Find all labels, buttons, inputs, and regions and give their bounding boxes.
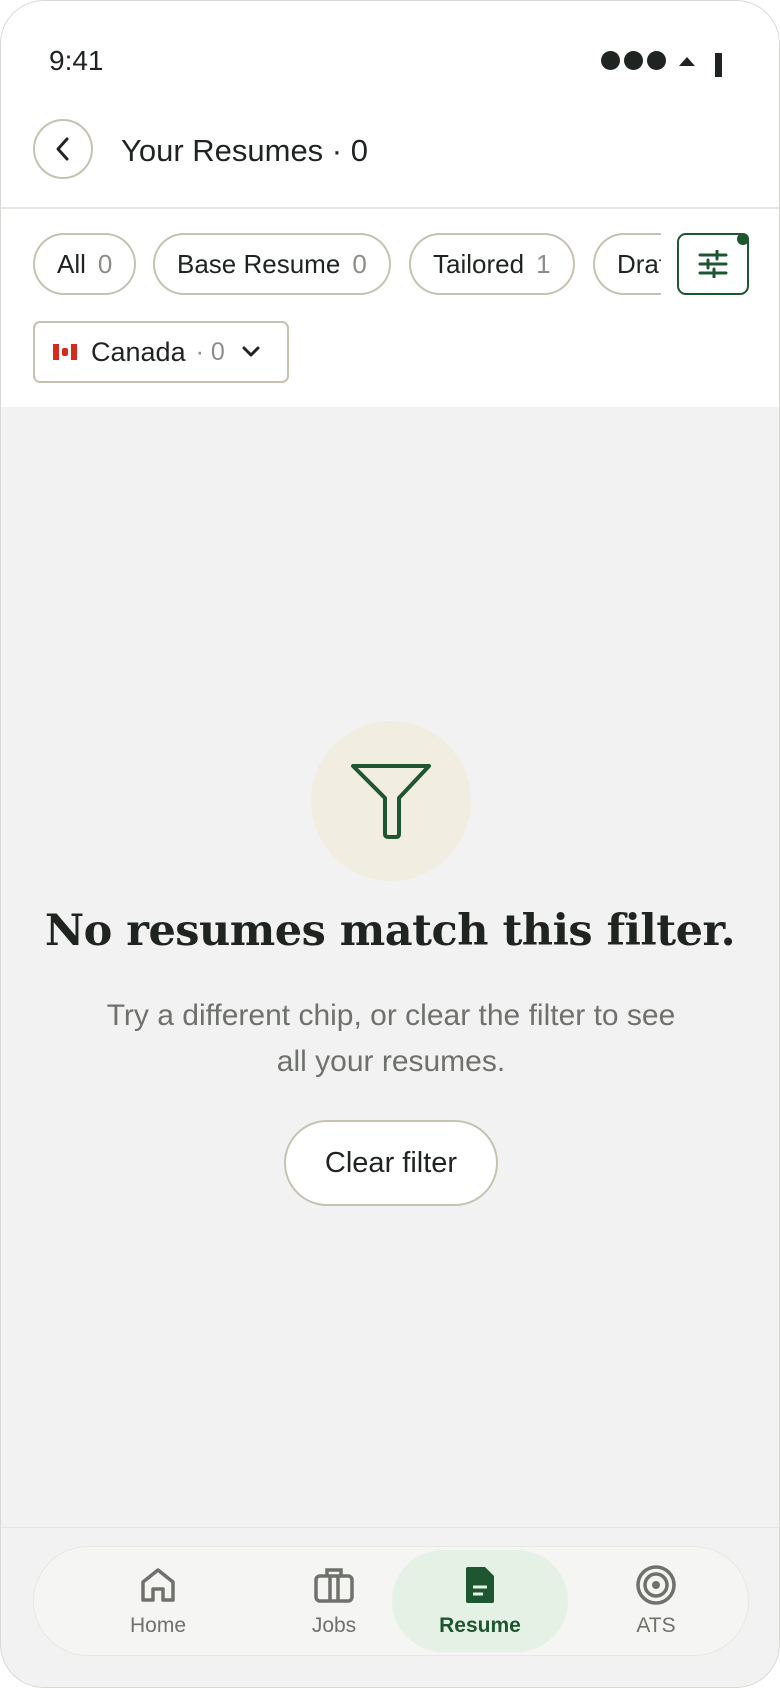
home-icon [138,1564,178,1606]
empty-state-title: No resumes match this filter. [44,906,736,956]
wifi-icon [679,57,695,66]
back-button[interactable] [33,119,93,179]
signal-icon [601,51,666,70]
chip-drafts[interactable]: Drafts [593,233,661,295]
sliders-icon [698,250,728,278]
canada-flag-icon [53,344,77,360]
chip-all[interactable]: All 0 [33,233,137,295]
empty-state-subtitle: Try a different chip, or clear the filte… [106,999,676,1078]
clear-filter-button[interactable]: Clear filter [284,1120,498,1206]
page-header: Your Resumes · 0 [1,101,779,209]
nav-home[interactable]: Home [70,1550,246,1652]
chip-count: 1 [536,248,551,279]
empty-state-illustration [311,721,471,881]
nav-label: Home [129,1614,187,1637]
chip-count: 0 [352,248,367,279]
document-icon [463,1564,497,1606]
country-count: · 0 [195,337,225,366]
chip-base-resume[interactable]: Base Resume 0 [153,233,391,295]
chip-label: Tailored [433,248,525,279]
nav-resume[interactable]: Resume [392,1550,568,1652]
chevron-down-icon [242,346,260,357]
target-icon [635,1564,677,1606]
country-dropdown[interactable]: Canada · 0 [33,321,289,383]
chip-row[interactable]: All 0 Base Resume 0 Tailored 1 Drafts [1,233,661,297]
nav-label: Resume [439,1614,521,1637]
chevron-left-icon [56,137,69,161]
tab-bar: Home Jobs Resume ATS [33,1546,749,1656]
chip-label: All [57,248,86,279]
battery-icon [715,53,722,77]
bottom-navigation: Home Jobs Resume ATS [1,1527,779,1687]
country-label: Canada [91,336,186,367]
active-filter-dot [737,233,749,245]
status-time: 9:41 [49,45,104,76]
funnel-icon [351,764,431,839]
chip-label: Drafts [617,248,661,279]
status-bar: 9:41 [1,1,779,101]
chip-label: Base Resume [177,248,341,279]
briefcase-icon [313,1564,355,1606]
nav-label: Jobs [311,1614,357,1637]
phone-frame: 9:41 Your Resumes · 0 All 0 Base Resume … [0,0,780,1688]
nav-ats[interactable]: ATS [568,1550,744,1652]
nav-label: ATS [636,1614,676,1637]
page-title: Your Resumes · 0 [121,133,368,168]
filter-panel: All 0 Base Resume 0 Tailored 1 Drafts [1,209,779,407]
chip-count: 0 [97,248,113,279]
filter-settings-button[interactable] [677,233,749,295]
chip-tailored[interactable]: Tailored 1 [409,233,575,295]
